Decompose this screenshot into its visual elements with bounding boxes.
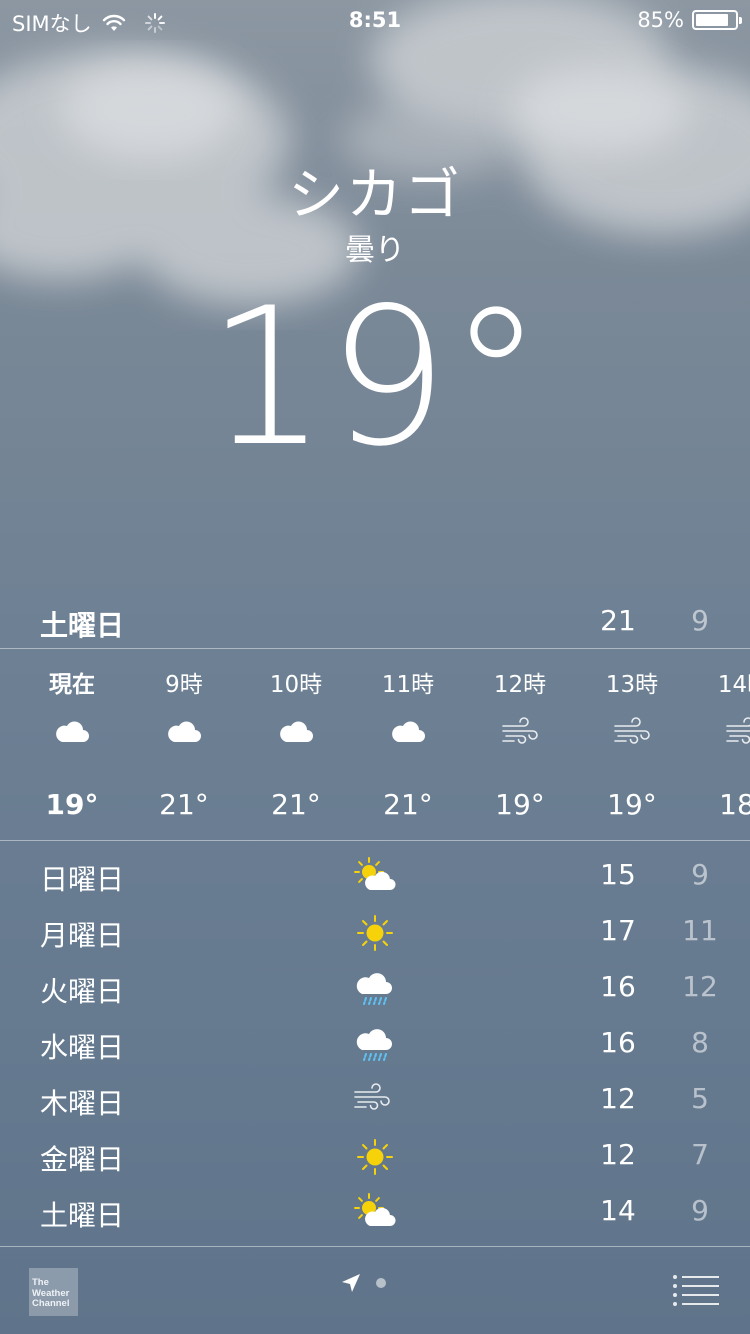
cloud-icon <box>164 712 204 752</box>
hour-label: 12時 <box>493 672 547 698</box>
day-high: 17 <box>600 914 636 947</box>
day-low: 5 <box>691 1082 709 1115</box>
hour-label: 13時 <box>605 672 659 698</box>
status-bar: SIMなし 8:51 85% <box>0 0 750 40</box>
today-summary-row: 土曜日 21 9 <box>0 600 750 644</box>
wind-icon <box>352 1078 398 1124</box>
day-name: 土曜日 <box>40 1199 125 1232</box>
hour-temp: 19° <box>607 788 657 821</box>
hour-temp: 19° <box>495 788 545 821</box>
day-high: 12 <box>600 1082 636 1115</box>
hourly-forecast[interactable]: 現在 19° 9時 21° 10時 21° 11時 21° 12時 19° 13時 19° 14時 18° <box>0 650 750 838</box>
daily-row: 日曜日 15 9 <box>0 850 750 906</box>
daily-row: 金曜日 12 7 <box>0 1130 750 1186</box>
city-list-icon[interactable] <box>672 1274 720 1306</box>
day-low: 12 <box>682 970 718 1003</box>
daily-row: 月曜日 17 11 <box>0 906 750 962</box>
rain-icon <box>352 966 398 1012</box>
hour-temp: 21° <box>159 788 209 821</box>
divider <box>0 648 750 649</box>
day-low: 9 <box>691 1194 709 1227</box>
cloud-icon <box>276 712 316 752</box>
current-temperature: 19° <box>206 267 544 488</box>
day-high: 12 <box>600 1138 636 1171</box>
day-name: 日曜日 <box>40 863 125 896</box>
page-dot <box>376 1278 386 1288</box>
bottom-toolbar: The Weather Channel <box>0 1248 750 1334</box>
day-high: 15 <box>600 858 636 891</box>
hour-label: 9時 <box>165 672 203 698</box>
day-low: 7 <box>691 1138 709 1171</box>
hour-temp: 21° <box>383 788 433 821</box>
page-indicator[interactable] <box>340 1272 386 1294</box>
battery-percent: 85% <box>637 8 684 32</box>
location-arrow-icon <box>342 1274 360 1292</box>
day-name: 水曜日 <box>40 1031 125 1064</box>
today-high: 21 <box>600 604 636 637</box>
battery-icon <box>692 10 742 30</box>
wind-icon <box>724 712 750 752</box>
rain-icon <box>352 1022 398 1068</box>
cloud-icon <box>388 712 428 752</box>
hour-temp: 19° <box>45 788 99 821</box>
daily-row: 土曜日 14 9 <box>0 1186 750 1242</box>
weather-channel-logo[interactable]: The Weather Channel <box>29 1268 78 1316</box>
city-name: シカゴ <box>288 163 462 228</box>
partly-sunny-icon <box>352 854 398 900</box>
day-name: 火曜日 <box>40 975 125 1008</box>
today-low: 9 <box>691 604 709 637</box>
hour-temp: 21° <box>271 788 321 821</box>
day-low: 11 <box>682 914 718 947</box>
wind-icon <box>500 712 540 752</box>
weather-condition: 曇り <box>345 233 405 268</box>
hour-label: 14時 <box>717 672 750 698</box>
partly-sunny-icon <box>352 1190 398 1236</box>
daily-row: 火曜日 16 12 <box>0 962 750 1018</box>
day-high: 16 <box>600 970 636 1003</box>
sun-icon <box>352 910 398 956</box>
divider <box>0 840 750 841</box>
daily-row: 木曜日 12 5 <box>0 1074 750 1130</box>
day-high: 14 <box>600 1194 636 1227</box>
day-name: 金曜日 <box>40 1143 125 1176</box>
hour-temp: 18° <box>719 788 750 821</box>
day-name: 月曜日 <box>40 919 125 952</box>
day-high: 16 <box>600 1026 636 1059</box>
today-day: 土曜日 <box>40 609 125 642</box>
day-low: 9 <box>691 858 709 891</box>
hour-label: 現在 <box>49 672 95 698</box>
daily-row: 水曜日 16 8 <box>0 1018 750 1074</box>
hour-label: 10時 <box>269 672 323 698</box>
day-low: 8 <box>691 1026 709 1059</box>
wind-icon <box>612 712 652 752</box>
hour-label: 11時 <box>381 672 435 698</box>
cloud-icon <box>52 712 92 752</box>
sun-icon <box>352 1134 398 1180</box>
day-name: 木曜日 <box>40 1087 125 1120</box>
divider <box>0 1246 750 1247</box>
